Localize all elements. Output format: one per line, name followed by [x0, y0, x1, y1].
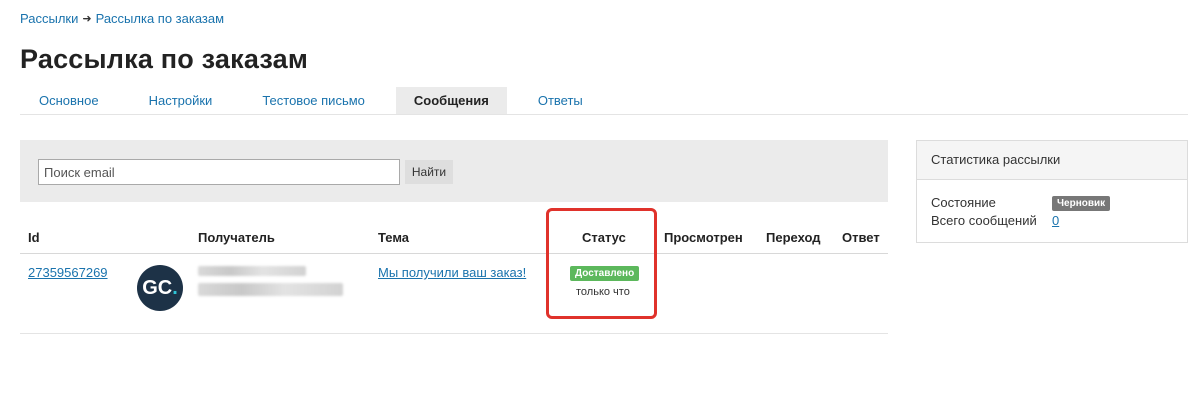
- column-header-recipient[interactable]: Получатель: [198, 230, 275, 245]
- breadcrumb: Рассылки ➜ Рассылка по заказам: [20, 11, 224, 26]
- message-subject-link[interactable]: Мы получили ваш заказ!: [378, 265, 526, 280]
- table-row: 27359567269 GC. Мы получили ваш заказ! Д…: [20, 254, 888, 334]
- search-button[interactable]: Найти: [405, 160, 453, 184]
- tab-test-email[interactable]: Тестовое письмо: [243, 87, 384, 114]
- avatar: GC.: [137, 265, 183, 311]
- breadcrumb-current-link[interactable]: Рассылка по заказам: [96, 11, 224, 26]
- column-header-id[interactable]: Id: [28, 230, 40, 245]
- messages-table: Id Получатель Тема Статус Просмотрен Пер…: [20, 222, 888, 334]
- search-input[interactable]: [38, 159, 400, 185]
- column-header-subject[interactable]: Тема: [378, 230, 409, 245]
- stats-total-label: Всего сообщений: [931, 213, 1037, 228]
- stats-state-label: Состояние: [931, 195, 996, 210]
- avatar-initials: GC.: [142, 276, 178, 299]
- breadcrumb-arrow-icon: ➜: [82, 13, 92, 25]
- recipient-name-blurred: [198, 266, 306, 276]
- page-title: Рассылка по заказам: [20, 44, 309, 74]
- tab-messages[interactable]: Сообщения: [395, 87, 507, 114]
- tab-bar: Основное Настройки Тестовое письмо Сообщ…: [20, 87, 1188, 115]
- column-header-replied[interactable]: Ответ: [842, 230, 880, 245]
- search-panel: Найти: [20, 140, 888, 202]
- recipient-email-blurred: [198, 283, 343, 296]
- stats-total-link[interactable]: 0: [1052, 213, 1059, 228]
- tab-settings[interactable]: Настройки: [130, 87, 232, 114]
- column-header-viewed[interactable]: Просмотрен: [664, 230, 743, 245]
- breadcrumb-root-link[interactable]: Рассылки: [20, 11, 78, 26]
- draft-badge: Черновик: [1052, 196, 1111, 211]
- stats-panel-title: Статистика рассылки: [917, 141, 1187, 180]
- tab-main[interactable]: Основное: [20, 87, 118, 114]
- column-header-clicked[interactable]: Переход: [766, 230, 821, 245]
- status-highlight-frame: [546, 208, 657, 319]
- stats-panel: Статистика рассылки Состояние Черновик В…: [916, 140, 1188, 243]
- table-header: Id Получатель Тема Статус Просмотрен Пер…: [20, 222, 888, 254]
- tab-replies[interactable]: Ответы: [519, 87, 602, 114]
- message-id-link[interactable]: 27359567269: [28, 265, 108, 280]
